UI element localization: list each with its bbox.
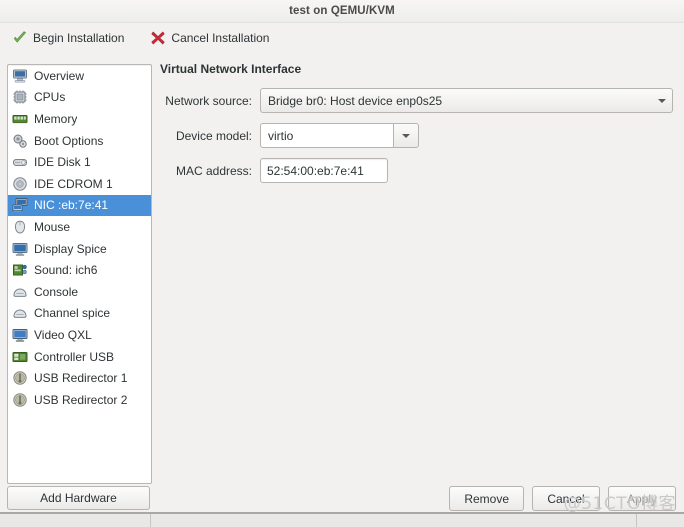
hardware-list-item-label: Display Spice	[34, 241, 107, 256]
apply-button[interactable]: Apply	[608, 486, 676, 511]
window-title: test on QEMU/KVM	[289, 5, 395, 17]
sound-card-icon	[12, 262, 28, 278]
hardware-list-item-label: USB Redirector 1	[34, 371, 128, 386]
hardware-list-item-label: Mouse	[34, 219, 71, 234]
network-source-row: Network source: Bridge br0: Host device …	[160, 88, 676, 113]
hardware-list-item-label: CPUs	[34, 90, 66, 105]
device-model-label: Device model:	[175, 128, 252, 143]
remove-button[interactable]: Remove	[449, 486, 524, 511]
dialog-content: Overview CPUs Memory Boot Options IDE Disk 1…	[0, 52, 684, 514]
taskbar-cell	[151, 514, 637, 527]
memory-module-icon	[12, 111, 28, 127]
network-source-value: Bridge br0: Host device enp0s25	[268, 93, 443, 108]
gears-icon	[12, 133, 28, 149]
hardware-list-item[interactable]: USB Redirector 1	[8, 367, 151, 389]
hardware-list-item-label: Sound: ich6	[34, 263, 98, 278]
hardware-list-item-label: Overview	[34, 68, 85, 83]
usb-controller-icon	[12, 349, 28, 365]
cpu-chip-icon	[12, 89, 28, 105]
hardware-list-item[interactable]: NIC :eb:7e:41	[8, 194, 151, 217]
hardware-list-item-label: Controller USB	[34, 349, 115, 364]
mac-address-row: MAC address:	[160, 158, 676, 183]
hardware-list-item[interactable]: CPUs	[8, 87, 151, 109]
hardware-list-item-label: Channel spice	[34, 306, 111, 321]
hardware-list-item[interactable]: Boot Options	[8, 130, 151, 152]
hardware-list-item[interactable]: Sound: ich6	[8, 259, 151, 281]
network-source-select[interactable]: Bridge br0: Host device enp0s25	[260, 88, 673, 113]
device-model-row: Device model: virtio	[160, 123, 676, 148]
device-model-select[interactable]: virtio	[260, 123, 419, 148]
computer-icon	[12, 68, 28, 84]
hardware-list-item-label: Video QXL	[34, 327, 92, 342]
hardware-list-item[interactable]: Memory	[8, 108, 151, 130]
hardware-list-item-label: Boot Options	[34, 133, 104, 148]
video-icon	[12, 327, 28, 343]
chevron-down-icon	[652, 98, 672, 103]
hardware-list[interactable]: Overview CPUs Memory Boot Options IDE Disk 1…	[7, 64, 152, 484]
hardware-list-item[interactable]: Video QXL	[8, 324, 151, 346]
device-model-value: virtio	[260, 123, 393, 148]
main-toolbar: Begin Installation Cancel Installation	[0, 23, 684, 53]
hardware-list-item[interactable]: IDE Disk 1	[8, 151, 151, 173]
usb-redirector-icon	[12, 370, 28, 386]
network-card-icon	[12, 197, 28, 213]
hardware-list-item-label: Memory	[34, 111, 78, 126]
usb-redirector-icon	[12, 392, 28, 408]
cancel-button[interactable]: Cancel	[532, 486, 600, 511]
chevron-down-icon[interactable]	[393, 123, 419, 148]
harddisk-icon	[12, 154, 28, 170]
hardware-list-item-label: IDE Disk 1	[34, 155, 91, 170]
window-titlebar: test on QEMU/KVM	[0, 0, 684, 23]
hardware-list-item[interactable]: Console	[8, 281, 151, 303]
taskbar-cell	[0, 514, 151, 527]
hardware-list-item[interactable]: IDE CDROM 1	[8, 173, 151, 195]
channel-icon	[12, 305, 28, 321]
hardware-list-item[interactable]: Mouse	[8, 216, 151, 238]
console-icon	[12, 284, 28, 300]
hardware-list-item-label: IDE CDROM 1	[34, 176, 113, 191]
hardware-list-item[interactable]: Controller USB	[8, 346, 151, 368]
hardware-list-item-label: NIC :eb:7e:41	[34, 198, 109, 213]
hardware-list-item-label: USB Redirector 2	[34, 392, 128, 407]
hardware-list-item[interactable]: Display Spice	[8, 238, 151, 260]
mouse-icon	[12, 219, 28, 235]
mac-address-input[interactable]	[260, 158, 388, 183]
panel-title: Virtual Network Interface	[160, 62, 302, 76]
desktop-taskbar	[0, 512, 684, 527]
hardware-list-item[interactable]: USB Redirector 2	[8, 389, 151, 411]
begin-installation-button[interactable]: Begin Installation	[8, 28, 128, 48]
mac-address-label: MAC address:	[175, 163, 252, 178]
begin-installation-label: Begin Installation	[33, 31, 125, 45]
display-icon	[12, 241, 28, 257]
green-check-icon	[12, 30, 28, 46]
cdrom-icon	[12, 176, 28, 192]
hardware-list-item[interactable]: Channel spice	[8, 303, 151, 325]
cancel-installation-button[interactable]: Cancel Installation	[146, 28, 273, 48]
add-hardware-button[interactable]: Add Hardware	[7, 486, 150, 510]
network-interface-panel: Virtual Network Interface Network source…	[160, 62, 676, 193]
red-x-icon	[150, 30, 166, 46]
hardware-list-item[interactable]: Overview	[8, 65, 151, 87]
dialog-actions: Remove Cancel Apply	[449, 486, 676, 511]
cancel-installation-label: Cancel Installation	[171, 31, 270, 45]
hardware-list-item-label: Console	[34, 284, 79, 299]
network-source-label: Network source:	[165, 93, 252, 108]
